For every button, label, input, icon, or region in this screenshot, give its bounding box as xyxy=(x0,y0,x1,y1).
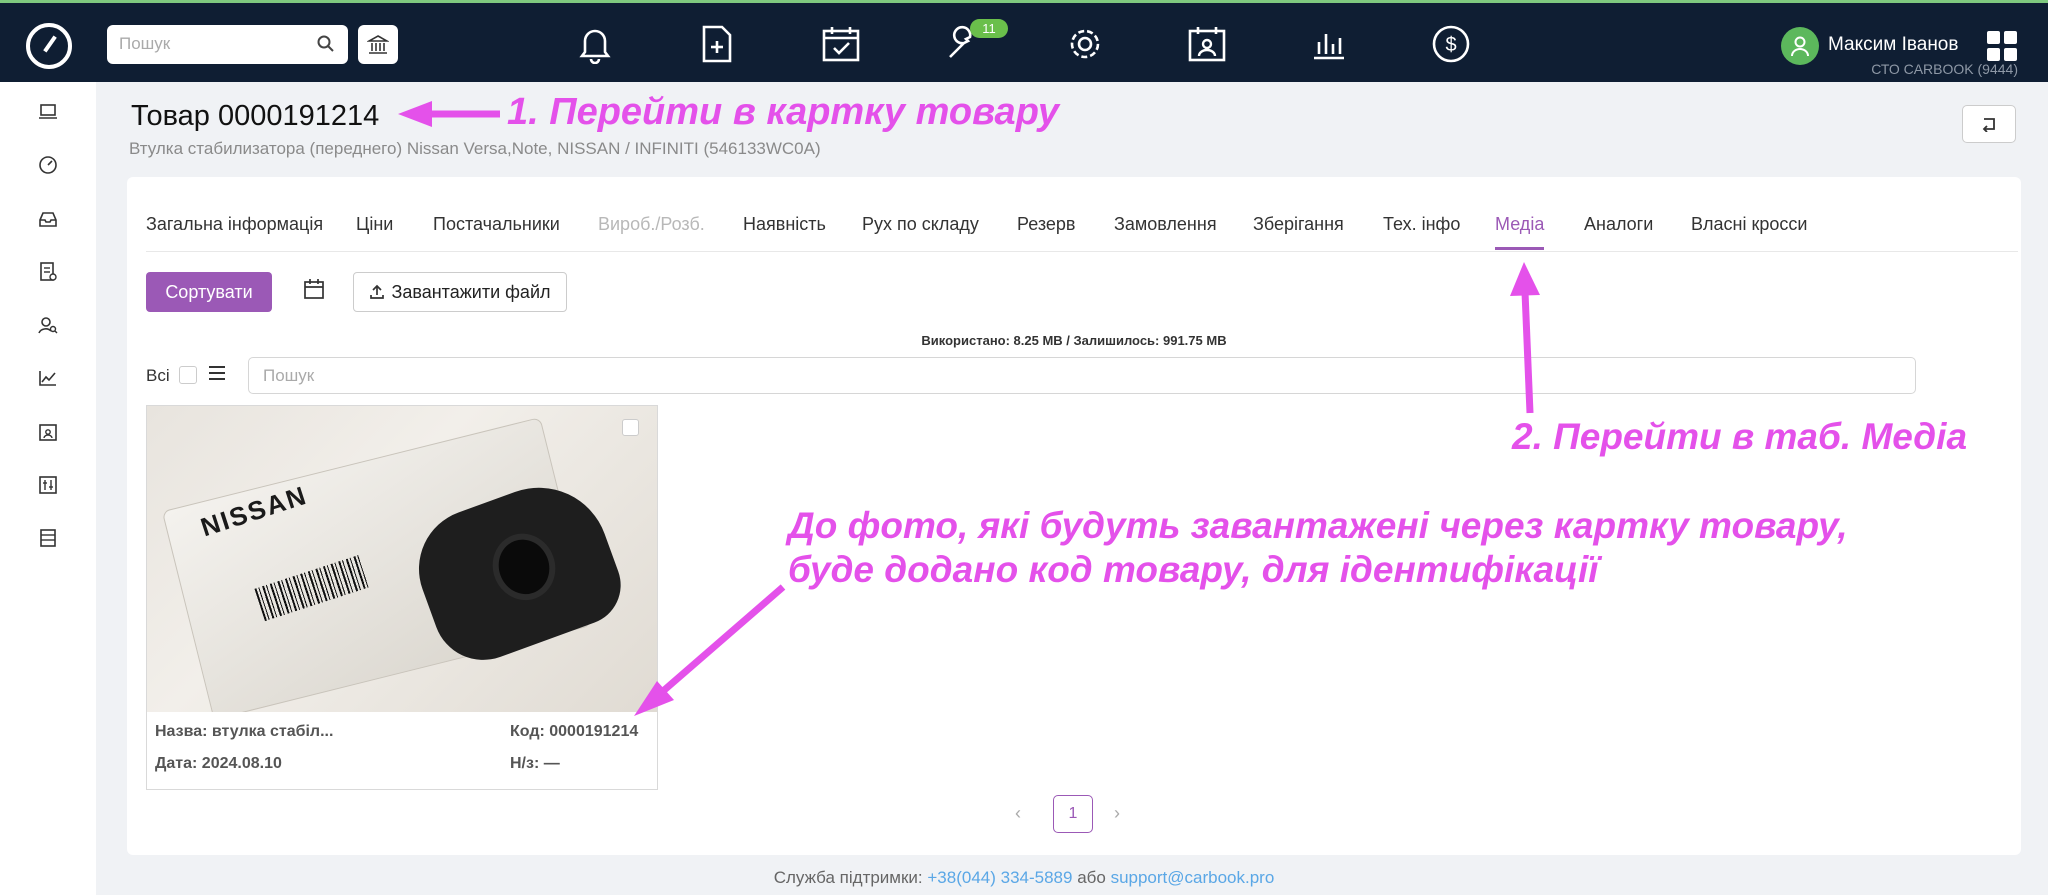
annotation-note-line2: буде додано код товару, для ідентифікаці… xyxy=(788,549,1599,590)
annotation-note-line1: До фото, які будуть завантажені через ка… xyxy=(788,505,1848,546)
annotation-step2: 2. Перейти в таб. Медіа xyxy=(1512,416,1968,457)
annotation-step1: 1. Перейти в картку товару xyxy=(507,91,1060,133)
